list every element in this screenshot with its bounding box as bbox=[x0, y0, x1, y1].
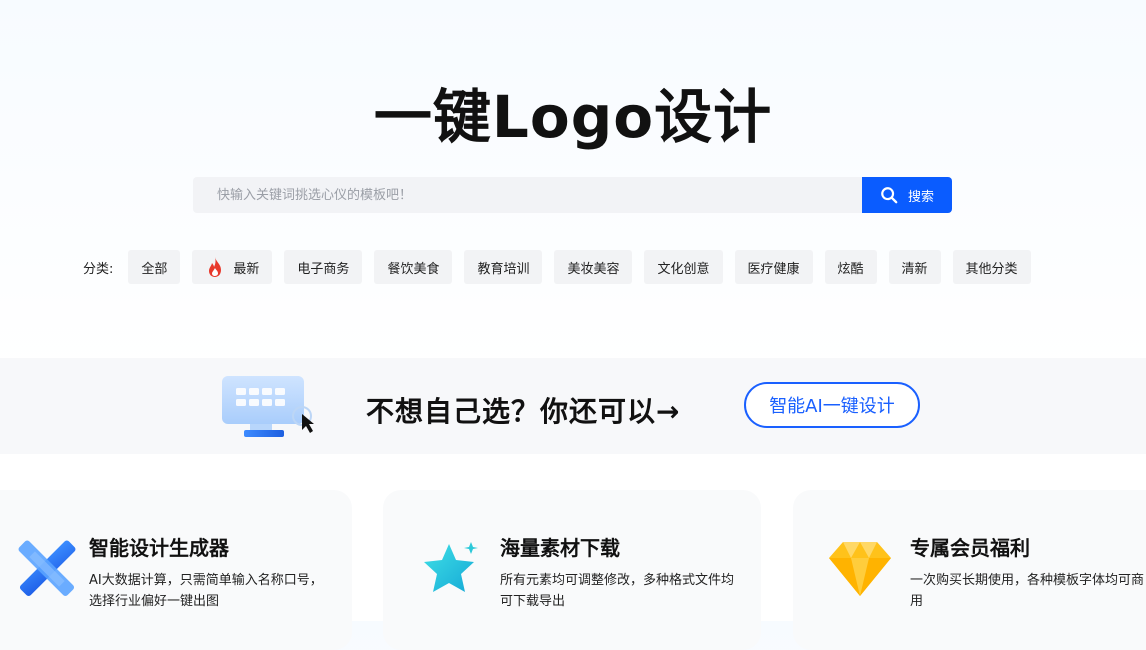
feature-card-membership: 专属会员福利 一次购买长期使用，各种模板字体均可商用 bbox=[793, 490, 1146, 650]
page-title: 一键Logo设计 bbox=[373, 83, 773, 151]
ai-promo-banner: 不想自己选？你还可以→ 智能AI一键设计 bbox=[0, 358, 1146, 454]
category-cool[interactable]: 炫酷 bbox=[824, 250, 877, 284]
star-icon bbox=[424, 542, 478, 592]
category-text: 最新 bbox=[233, 261, 260, 277]
category-ecommerce[interactable]: 电子商务 bbox=[284, 250, 363, 284]
category-label: 分类: bbox=[83, 261, 114, 277]
category-text: 其他分类 bbox=[965, 261, 1018, 277]
category-latest[interactable]: 最新 bbox=[192, 250, 273, 284]
category-all[interactable]: 全部 bbox=[128, 250, 181, 284]
category-text: 电子商务 bbox=[297, 261, 350, 277]
search-input[interactable] bbox=[193, 177, 862, 213]
feature-title: 专属会员福利 bbox=[910, 536, 1030, 560]
category-text: 清新 bbox=[901, 261, 928, 277]
ruler-pencil-icon bbox=[18, 540, 76, 597]
category-food[interactable]: 餐饮美食 bbox=[374, 250, 453, 284]
category-text: 医疗健康 bbox=[747, 261, 800, 277]
diamond-icon bbox=[829, 542, 891, 596]
category-text: 文化创意 bbox=[657, 261, 710, 277]
category-medical[interactable]: 医疗健康 bbox=[734, 250, 813, 284]
category-text: 教育培训 bbox=[477, 261, 530, 277]
ai-design-button[interactable]: 智能AI一键设计 bbox=[744, 382, 920, 428]
category-text: 炫酷 bbox=[837, 261, 864, 277]
fire-icon bbox=[209, 257, 222, 277]
category-beauty[interactable]: 美妆美容 bbox=[554, 250, 633, 284]
feature-desc: AI大数据计算，只需简单输入名称口号，选择行业偏好一键出图 bbox=[89, 573, 323, 609]
search-button-label: 搜索 bbox=[907, 189, 934, 205]
category-text: 全部 bbox=[141, 261, 168, 277]
feature-title: 海量素材下载 bbox=[500, 536, 620, 560]
feature-card-assets: 海量素材下载 所有元素均可调整修改，多种格式文件均可下载导出 bbox=[383, 490, 761, 650]
feature-card-generator: 智能设计生成器 AI大数据计算，只需简单输入名称口号，选择行业偏好一键出图 bbox=[0, 490, 352, 650]
feature-title: 智能设计生成器 bbox=[89, 536, 229, 560]
category-other[interactable]: 其他分类 bbox=[952, 250, 1031, 284]
promo-text: 不想自己选？你还可以→ bbox=[366, 395, 681, 428]
category-filter: 分类: 全部 最新 电子商务 餐饮美食 教育培训 美妆美容 文化创意 医疗健康 … bbox=[83, 250, 1031, 284]
category-text: 餐饮美食 bbox=[387, 261, 440, 277]
category-education[interactable]: 教育培训 bbox=[464, 250, 543, 284]
category-culture[interactable]: 文化创意 bbox=[644, 250, 723, 284]
category-fresh[interactable]: 清新 bbox=[888, 250, 941, 284]
search-icon bbox=[881, 187, 898, 204]
feature-desc: 所有元素均可调整修改，多种格式文件均可下载导出 bbox=[500, 573, 735, 609]
keyboard-screen-icon bbox=[222, 376, 314, 437]
search-button[interactable]: 搜索 bbox=[862, 177, 952, 213]
feature-desc: 一次购买长期使用，各种模板字体均可商用 bbox=[910, 573, 1145, 609]
category-text: 美妆美容 bbox=[567, 261, 620, 277]
search-bar: 搜索 bbox=[193, 177, 952, 213]
